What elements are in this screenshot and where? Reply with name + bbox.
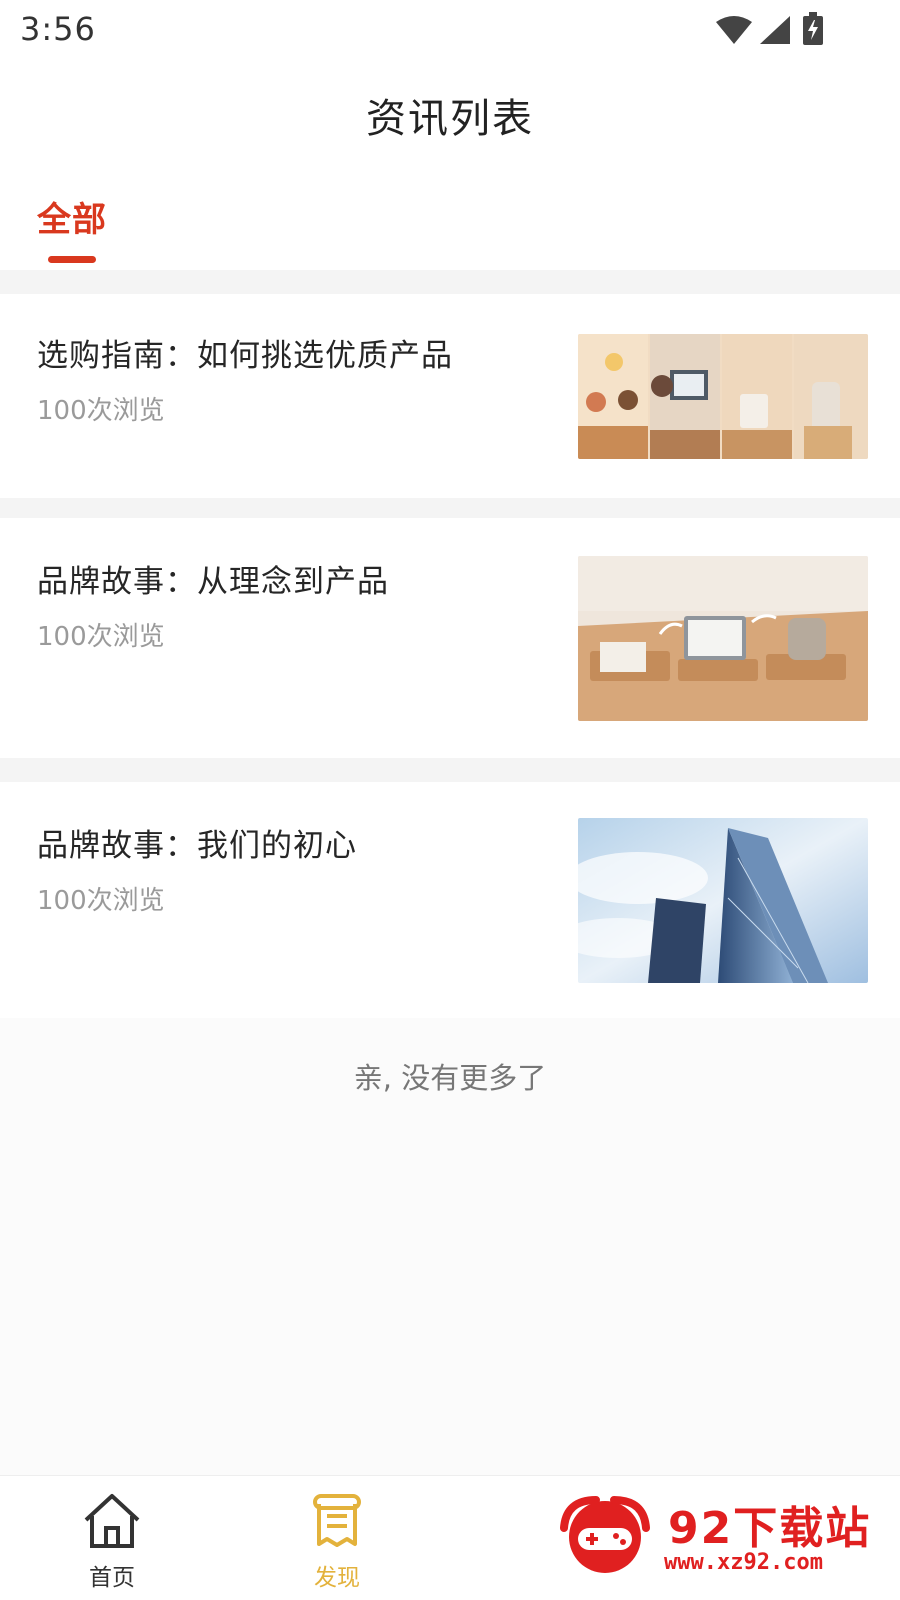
article-title: 品牌故事：从理念到产品 [37,564,389,600]
divider [0,270,900,294]
article-item[interactable]: 品牌故事：从理念到产品 100次浏览 [0,518,900,758]
nav-home[interactable]: 首页 [62,1492,162,1592]
wifi-icon [716,16,752,44]
home-icon [84,1494,140,1548]
header: 资讯列表 [0,62,900,162]
signal-icon [760,16,790,44]
category-tabs: 全部 [0,162,900,270]
status-time: 3:56 [20,10,96,48]
article-thumbnail [578,334,868,459]
article-title: 品牌故事：我们的初心 [37,828,357,864]
article-views: 100次浏览 [37,886,165,916]
divider [0,498,900,518]
gamepad-logo-icon [560,1496,650,1573]
nav-home-label: 首页 [89,1565,135,1591]
battery-icon [803,12,823,45]
article-item[interactable]: 选购指南：如何挑选优质产品 100次浏览 [0,294,900,498]
watermark: 92下载站 www.xz92.com [548,1490,888,1580]
article-views: 100次浏览 [37,622,165,652]
watermark-name: 92下载站 [668,1503,872,1554]
article-thumbnail [578,556,868,721]
status-bar: 3:56 [0,0,900,62]
nav-discover[interactable]: 发现 [287,1492,387,1592]
article-item[interactable]: 品牌故事：我们的初心 100次浏览 [0,782,900,1018]
status-icons [714,12,834,48]
no-more-text: 亲, 没有更多了 [353,1061,547,1095]
article-thumbnail [578,818,868,983]
discover-icon [313,1494,361,1547]
tab-all[interactable]: 全部 [37,192,107,241]
tab-active-indicator [48,256,96,263]
article-title: 选购指南：如何挑选优质产品 [37,338,453,374]
page-title: 资讯列表 [366,96,534,142]
article-views: 100次浏览 [37,396,165,426]
divider [0,758,900,782]
nav-discover-label: 发现 [314,1565,360,1591]
watermark-url: www.xz92.com [664,1550,823,1575]
